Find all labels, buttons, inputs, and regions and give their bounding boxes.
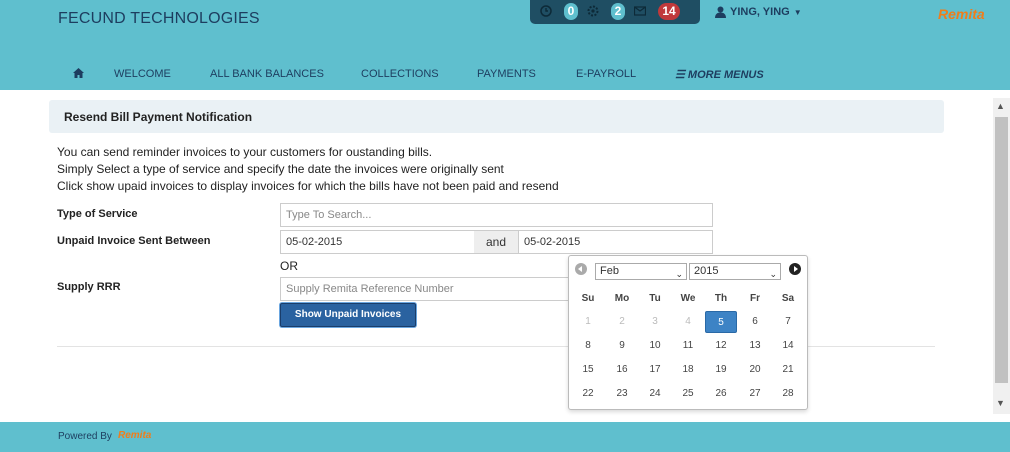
calendar-day[interactable]: 22 (572, 383, 604, 405)
nav-payments[interactable]: PAYMENTS (477, 68, 536, 80)
chevron-down-icon: ⌄ (769, 269, 777, 279)
gear-icon[interactable] (587, 5, 599, 17)
calendar-day[interactable]: 13 (739, 335, 771, 357)
year-select-value: 2015 (694, 265, 719, 277)
nav-all-bank-balances[interactable]: ALL BANK BALANCES (210, 68, 324, 80)
calendar-day[interactable]: 14 (772, 335, 804, 357)
intro-line-2: Simply Select a type of service and spec… (57, 162, 504, 176)
calendar-day[interactable]: 17 (639, 359, 671, 381)
calendar-day[interactable]: 6 (739, 311, 771, 333)
calendar-day: 2 (619, 316, 625, 327)
user-icon (715, 6, 726, 18)
calendar-day[interactable]: 27 (739, 383, 771, 405)
envelope-icon[interactable] (634, 5, 646, 17)
next-month-icon[interactable] (789, 263, 801, 275)
calendar-day: 3 (652, 316, 658, 327)
prev-month-icon[interactable] (575, 263, 587, 275)
weekday-header: Su (581, 293, 595, 304)
calendar-day[interactable]: 10 (639, 335, 671, 357)
nav-e-payroll[interactable]: E-PAYROLL (576, 68, 636, 80)
calendar-day[interactable]: 20 (739, 359, 771, 381)
date-from-input[interactable]: 05-02-2015 (280, 230, 475, 254)
page-title: Resend Bill Payment Notification (64, 110, 253, 124)
weekday-header: Mo (614, 293, 630, 304)
calendar-day[interactable]: 28 (772, 383, 804, 405)
calendar-day-selected[interactable]: 5 (705, 311, 737, 333)
calendar-day[interactable]: 9 (606, 335, 638, 357)
calendar-day[interactable]: 21 (772, 359, 804, 381)
company-name: FECUND TECHNOLOGIES (58, 10, 260, 27)
calendar-day[interactable]: 8 (572, 335, 604, 357)
caret-down-icon: ▼ (793, 7, 802, 17)
nav-more-menus-label: MORE MENUS (687, 69, 764, 81)
scroll-up-icon[interactable]: ▲ (996, 101, 1005, 111)
calendar-day: 1 (585, 316, 591, 327)
calendar-day[interactable]: 19 (705, 359, 737, 381)
user-menu[interactable]: YING, YING ▼ (715, 6, 802, 18)
weekday-header: Sa (781, 293, 795, 304)
date-to-input[interactable]: 05-02-2015 (518, 230, 713, 254)
service-label: Type of Service (57, 208, 138, 220)
calendar-day[interactable]: 12 (705, 335, 737, 357)
nav-welcome[interactable]: WELCOME (114, 68, 171, 80)
alerts-count-badge[interactable]: 0 (564, 3, 578, 20)
notification-bar: 0 2 14 (530, 0, 700, 24)
calendar-day[interactable]: 24 (639, 383, 671, 405)
month-select-value: Feb (600, 265, 619, 277)
powered-by-text: Powered By (58, 431, 112, 442)
footer (0, 422, 1010, 452)
datepicker-popup: Feb ⌄ 2015 ⌄ Su Mo Tu We Th Fr Sa 1 2 3 4 5 6 7 8 9 10 11 12… (568, 255, 808, 410)
chevron-down-icon: ⌄ (675, 269, 683, 279)
calendar-day[interactable]: 23 (606, 383, 638, 405)
mail-count-badge[interactable]: 14 (658, 3, 680, 20)
or-text: OR (280, 259, 298, 273)
user-name: YING, YING (730, 6, 790, 18)
nav-more-menus[interactable]: ☰ MORE MENUS (675, 68, 764, 81)
scrollbar-thumb[interactable] (995, 117, 1008, 383)
service-search-input[interactable]: Type To Search... (280, 203, 713, 227)
messages-count-badge[interactable]: 2 (611, 3, 625, 20)
home-icon[interactable] (73, 68, 84, 78)
calendar-day[interactable]: 26 (705, 383, 737, 405)
calendar-day[interactable]: 7 (772, 311, 804, 333)
calendar-day[interactable]: 16 (606, 359, 638, 381)
alert-clock-icon[interactable] (540, 5, 552, 17)
weekday-header: Fr (750, 293, 760, 304)
month-select[interactable]: Feb ⌄ (595, 263, 687, 280)
calendar-day: 4 (685, 316, 691, 327)
hamburger-icon: ☰ (675, 69, 688, 81)
show-unpaid-invoices-button[interactable]: Show Unpaid Invoices (280, 303, 416, 327)
footer-remita-logo: Remita (118, 430, 152, 441)
rrr-label: Supply RRR (57, 281, 121, 293)
date-range-label: Unpaid Invoice Sent Between (57, 235, 211, 247)
scroll-down-icon[interactable]: ▼ (996, 398, 1005, 408)
calendar-day[interactable]: 18 (672, 359, 704, 381)
calendar-day[interactable]: 15 (572, 359, 604, 381)
year-select[interactable]: 2015 ⌄ (689, 263, 781, 280)
calendar-day[interactable]: 11 (672, 335, 704, 357)
weekday-header: We (680, 293, 696, 304)
weekday-header: Tu (649, 293, 661, 304)
intro-line-3: Click show upaid invoices to display inv… (57, 179, 559, 193)
and-addon: and (474, 230, 518, 254)
remita-logo: Remita (938, 6, 985, 22)
calendar-day[interactable]: 25 (672, 383, 704, 405)
weekday-header: Th (714, 293, 728, 304)
nav-collections[interactable]: COLLECTIONS (361, 68, 439, 80)
intro-line-1: You can send reminder invoices to your c… (57, 145, 433, 159)
